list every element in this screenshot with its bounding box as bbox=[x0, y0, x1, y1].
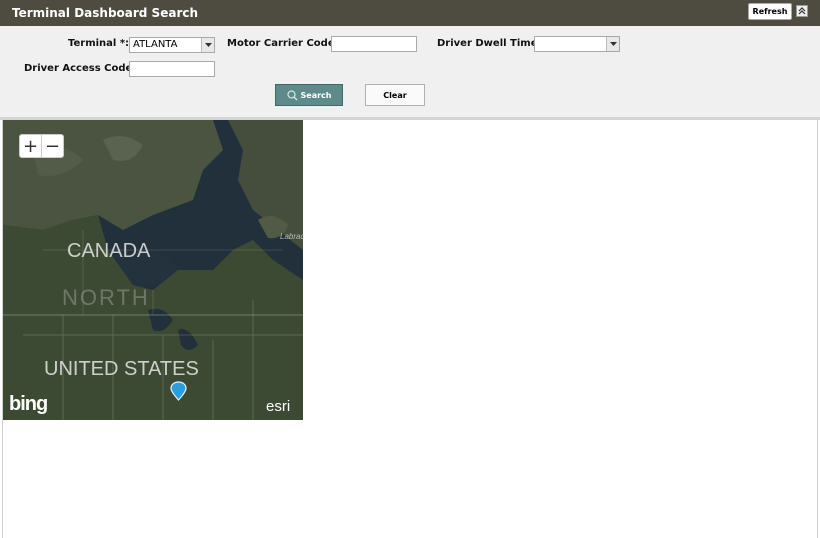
clear-button[interactable]: Clear bbox=[365, 84, 425, 106]
map-label-north-america: NORTH bbox=[62, 285, 150, 310]
bing-logo: bing bbox=[9, 393, 48, 415]
esri-logo: esri bbox=[266, 398, 291, 415]
terminal-select-value: ATLANTA bbox=[133, 39, 178, 50]
search-icon bbox=[286, 89, 298, 101]
driver-access-code-field[interactable] bbox=[129, 61, 215, 77]
driver-access-code-label: Driver Access Code: bbox=[24, 63, 137, 74]
driver-dwell-time-label: Driver Dwell Time: bbox=[437, 38, 542, 49]
terminal-label: Terminal *: bbox=[68, 38, 130, 49]
terminal-select[interactable]: ATLANTA bbox=[129, 37, 215, 53]
map-label-united-states: UNITED STATES bbox=[44, 358, 199, 380]
collapse-button[interactable] bbox=[796, 5, 808, 17]
chevron-down-icon bbox=[606, 37, 619, 51]
chevron-down-icon bbox=[201, 38, 214, 52]
minus-icon: − bbox=[44, 135, 61, 157]
driver-dwell-time-select[interactable] bbox=[534, 36, 620, 52]
zoom-control: + − bbox=[19, 134, 64, 158]
location-pin-icon[interactable] bbox=[170, 381, 187, 401]
motor-carrier-code-label: Motor Carrier Code: bbox=[227, 38, 339, 49]
page-title: Terminal Dashboard Search bbox=[12, 6, 199, 20]
search-button-label: Search bbox=[300, 90, 332, 100]
map-label-canada: CANADA bbox=[67, 240, 151, 262]
zoom-out-button[interactable]: − bbox=[42, 135, 63, 157]
search-button[interactable]: Search bbox=[275, 84, 343, 106]
motor-carrier-code-field[interactable] bbox=[331, 36, 417, 52]
refresh-button[interactable]: Refresh bbox=[748, 3, 792, 20]
title-bar: Terminal Dashboard Search Refresh bbox=[0, 0, 820, 26]
double-chevron-up-icon bbox=[798, 7, 806, 15]
zoom-in-button[interactable]: + bbox=[20, 135, 42, 157]
plus-icon: + bbox=[22, 135, 39, 157]
map-label-labrador: Labrac bbox=[280, 232, 305, 241]
